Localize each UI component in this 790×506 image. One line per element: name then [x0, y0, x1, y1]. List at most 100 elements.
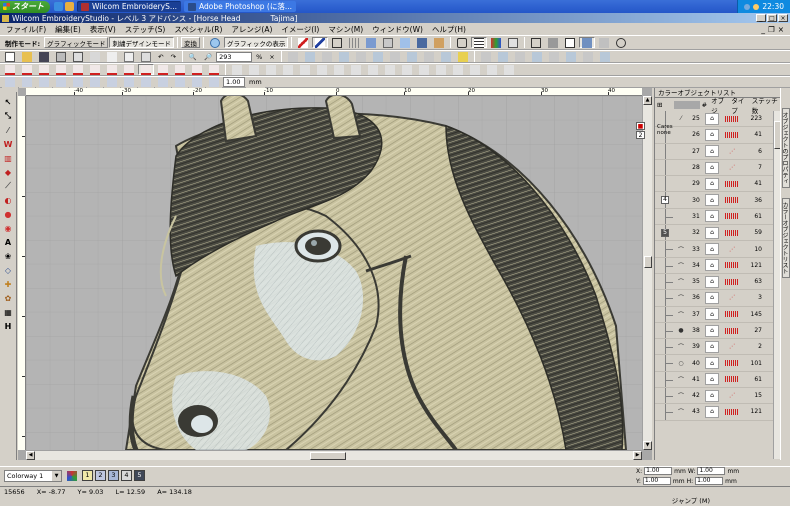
- save-icon[interactable]: [36, 51, 52, 62]
- zoom-out-icon[interactable]: 🔎: [201, 51, 216, 62]
- tool-j-icon[interactable]: [437, 51, 454, 62]
- stitch-24-icon[interactable]: [399, 64, 415, 75]
- obj-5-icon[interactable]: [70, 76, 86, 88]
- app-icon[interactable]: [2, 14, 9, 22]
- shape-icon[interactable]: ◇: [2, 264, 15, 276]
- tray-volume-icon[interactable]: [753, 3, 760, 10]
- stitch-22-icon[interactable]: [365, 64, 381, 75]
- scroll-up-icon[interactable]: ▲: [643, 96, 652, 105]
- stitch-15-icon[interactable]: [246, 64, 262, 75]
- tool-o-icon[interactable]: [528, 51, 545, 62]
- maximize-icon[interactable]: □: [767, 14, 777, 22]
- obj-2-icon[interactable]: [19, 76, 35, 88]
- object-row[interactable]: ⌒ 35 ⌂ 63: [655, 273, 773, 291]
- color-swatch-2[interactable]: 2: [95, 470, 106, 481]
- tool-m-icon[interactable]: [494, 51, 511, 62]
- object-row[interactable]: ⌒ 41 ⌂ 61: [655, 371, 773, 389]
- print-preview-icon[interactable]: [70, 51, 86, 62]
- menu-machine[interactable]: マシン(M): [328, 24, 363, 35]
- stitch-28-icon[interactable]: [467, 64, 483, 75]
- satin-icon[interactable]: W: [2, 138, 15, 150]
- reshape-icon[interactable]: ⤡: [2, 110, 15, 122]
- needle-red-icon[interactable]: [295, 37, 312, 48]
- stitch-21-icon[interactable]: [348, 64, 364, 75]
- menu-window[interactable]: ウィンドウ(W): [372, 24, 423, 35]
- header-num[interactable]: #: [700, 101, 709, 109]
- obj-12-icon[interactable]: [189, 76, 205, 88]
- monogram-icon[interactable]: ❀: [2, 250, 15, 262]
- tool-h-icon[interactable]: [403, 51, 420, 62]
- menu-stitch[interactable]: ステッチ(S): [125, 24, 166, 35]
- obj-3-icon[interactable]: [36, 76, 52, 88]
- y-field[interactable]: 1.00: [642, 477, 671, 485]
- stitch-29-icon[interactable]: [484, 64, 500, 75]
- stitch-view-icon[interactable]: [312, 37, 329, 48]
- spacing-input[interactable]: 1.00: [223, 77, 245, 87]
- needle-points-icon[interactable]: [380, 37, 397, 48]
- object-row[interactable]: 5 32 ⌂ 59: [655, 225, 773, 242]
- globe-icon[interactable]: [206, 37, 223, 48]
- obj-4-icon[interactable]: [53, 76, 69, 88]
- obj-8-icon[interactable]: [121, 76, 137, 88]
- stitch-7-icon[interactable]: [104, 64, 120, 75]
- grid-icon[interactable]: [346, 37, 363, 48]
- obj-9-icon[interactable]: [138, 76, 154, 88]
- object-row[interactable]: ⌒ 39 ⌂ ⋰ 2: [655, 339, 773, 356]
- hoop-icon[interactable]: [454, 37, 471, 48]
- realistic-view-icon[interactable]: [414, 37, 431, 48]
- tab-object-properties[interactable]: オブジェクトのプロパティ: [781, 108, 790, 188]
- stitch-11-icon[interactable]: [172, 64, 188, 75]
- stitch-4-icon[interactable]: [53, 64, 69, 75]
- scroll-down-icon[interactable]: ▼: [643, 441, 652, 450]
- layer-red-icon[interactable]: ■: [636, 122, 645, 130]
- tool-f-icon[interactable]: [369, 51, 386, 62]
- stitch-3-icon[interactable]: [36, 64, 52, 75]
- mdi-close-icon[interactable]: ×: [778, 25, 784, 34]
- canvas-vertical-scrollbar[interactable]: ▲ ▼: [642, 96, 652, 450]
- tool-e-icon[interactable]: [352, 51, 369, 62]
- x-field[interactable]: 1.00: [644, 467, 673, 475]
- obj-6-icon[interactable]: [87, 76, 103, 88]
- select-arrow-icon[interactable]: ↖: [2, 96, 15, 108]
- tool-l-icon[interactable]: [477, 51, 494, 62]
- color-swatch-4[interactable]: 4: [121, 470, 132, 481]
- cut-icon[interactable]: [104, 51, 120, 62]
- stitch-17-icon[interactable]: [280, 64, 296, 75]
- canvas-horizontal-scrollbar[interactable]: ◀ ▶: [26, 450, 642, 460]
- tool-a-icon[interactable]: [284, 51, 301, 62]
- object-row[interactable]: 28 ⌂ ⋰ 7: [655, 159, 773, 177]
- new-icon[interactable]: [2, 51, 18, 62]
- hoop-tool-icon[interactable]: H: [2, 320, 15, 332]
- stitch-25-icon[interactable]: [416, 64, 432, 75]
- group-expander[interactable]: 5: [661, 229, 669, 238]
- object-row[interactable]: 31 ⌂ 61: [655, 208, 773, 226]
- task-photoshop[interactable]: Adobe Photoshop (に落...: [184, 1, 297, 12]
- undo-icon[interactable]: ↶: [155, 51, 167, 62]
- mdi-minimize-icon[interactable]: _: [761, 25, 765, 34]
- object-row[interactable]: 27 ⌂ ⋰ 6: [655, 143, 773, 160]
- outline-view-icon[interactable]: [329, 37, 346, 48]
- zoom-in-icon[interactable]: 🔍: [185, 51, 200, 62]
- check-icon[interactable]: [562, 37, 579, 48]
- stitch-2-icon[interactable]: [19, 64, 35, 75]
- vertical-scroll-thumb[interactable]: [644, 256, 652, 268]
- menu-file[interactable]: ファイル(F): [6, 24, 46, 35]
- convert-button[interactable]: 変換: [180, 37, 200, 48]
- stitch-26-icon[interactable]: [433, 64, 449, 75]
- task-wilcom[interactable]: Wilcom EmbroideryS...: [77, 1, 182, 12]
- tool-b-icon[interactable]: [301, 51, 318, 62]
- obj-7-icon[interactable]: [104, 76, 120, 88]
- window-titlebar[interactable]: Wilcom EmbroideryStudio - レベル 3 アドバンス - …: [0, 13, 790, 23]
- stitch-13-icon[interactable]: [206, 64, 222, 75]
- object-row[interactable]: ⌒ 34 ⌂ 121: [655, 257, 773, 274]
- show-graphics-button[interactable]: グラフィックの表示: [223, 37, 289, 48]
- menu-image[interactable]: イメージ(I): [281, 24, 319, 35]
- color-film-icon[interactable]: [488, 37, 505, 48]
- photo-stitch-icon[interactable]: ▦: [2, 306, 15, 318]
- stitch-9-icon[interactable]: [138, 64, 154, 75]
- tool-k-icon[interactable]: [454, 51, 471, 62]
- scroll-left-icon[interactable]: ◀: [26, 451, 35, 460]
- stitch-14-icon[interactable]: [229, 64, 245, 75]
- obj-1-icon[interactable]: [2, 76, 18, 88]
- properties-icon[interactable]: [505, 37, 522, 48]
